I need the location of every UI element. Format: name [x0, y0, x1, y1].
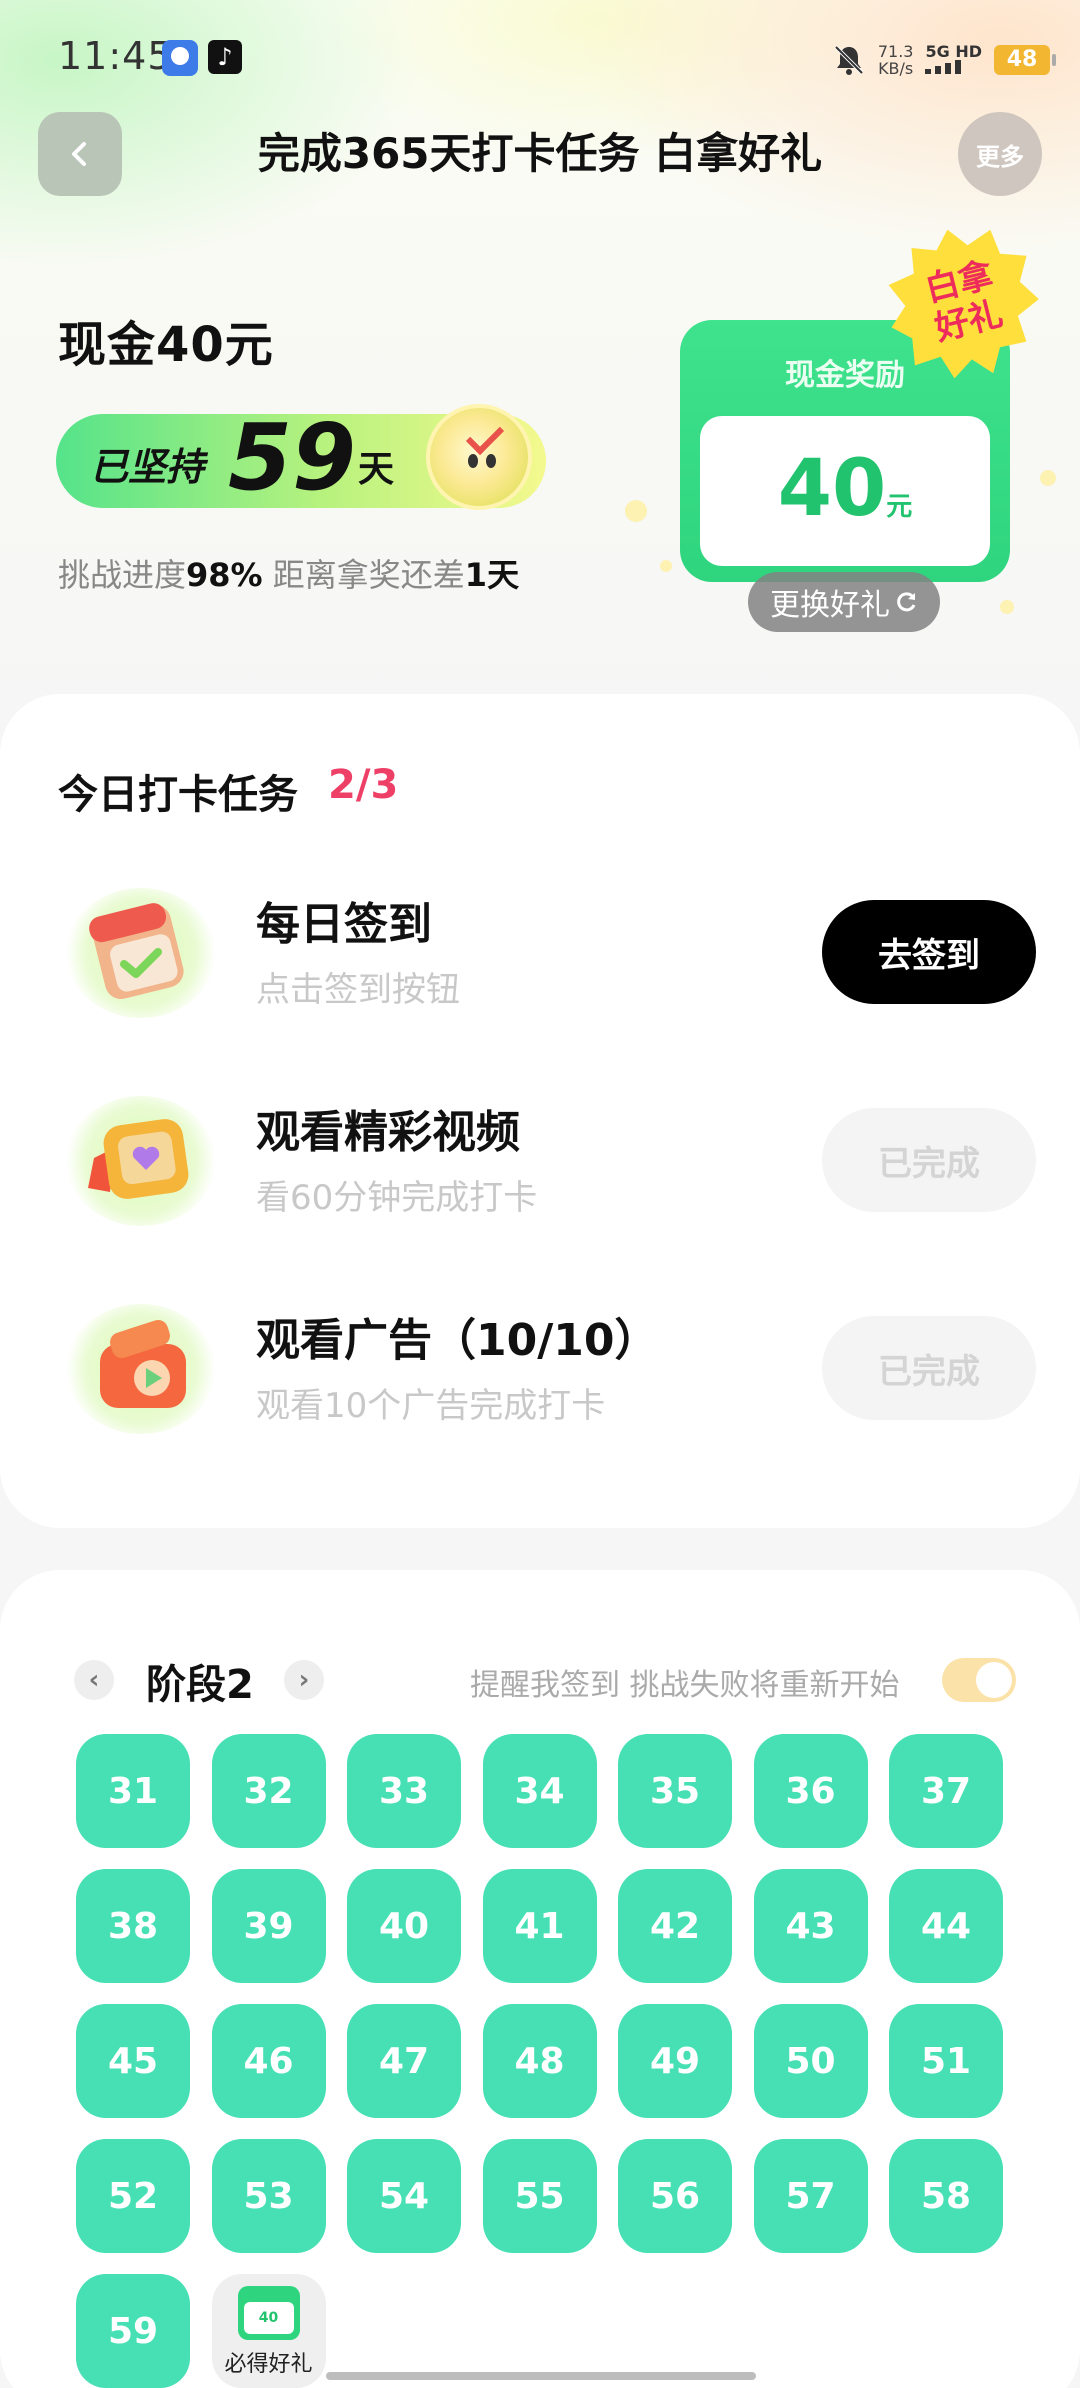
network-indicator: 5G HD	[925, 43, 982, 77]
day-cell[interactable]: 42	[618, 1869, 732, 1983]
sparkle	[1040, 470, 1056, 486]
status-bar: 11:45 ♪ 71.3 KB/s 5G HD 48	[0, 0, 1080, 115]
remain-label: 距离拿奖还差	[262, 556, 465, 594]
day-cell[interactable]: 38	[76, 1869, 190, 1983]
task-row: 每日签到 点击签到按钮 去签到	[0, 870, 1080, 1020]
day-cell[interactable]: 40	[347, 1869, 461, 1983]
status-indicators: 71.3 KB/s 5G HD 48	[832, 38, 1056, 82]
network-label: 5G HD	[925, 42, 982, 61]
home-indicator[interactable]	[326, 2372, 756, 2380]
gift-badge: 白拿 好礼	[888, 228, 1038, 378]
baidu-app-icon	[162, 40, 198, 76]
remind-text: 提醒我签到 挑战失败将重新开始	[470, 1668, 900, 1703]
swap-gift-button[interactable]: 更换好礼	[748, 572, 940, 632]
day-cell[interactable]: 37	[889, 1734, 1003, 1848]
reward-unit: 元	[886, 492, 913, 522]
task-subtitle: 观看10个广告完成打卡	[256, 1386, 606, 1426]
remind-toggle[interactable]	[942, 1658, 1016, 1702]
day-cell[interactable]: 36	[753, 1734, 868, 1848]
day-cell[interactable]: 56	[618, 2139, 732, 2253]
stage-title: 阶段2	[146, 1662, 254, 1708]
mini-reward-value: 40	[243, 2302, 294, 2334]
ad-play-icon	[66, 1304, 216, 1434]
signal-icon	[925, 60, 962, 74]
day-cell[interactable]: 45	[76, 2004, 190, 2118]
day-cell[interactable]: 52	[76, 2139, 190, 2253]
progress-line: 挑战进度98% 距离拿奖还差1天	[58, 550, 519, 596]
progress-value: 98%	[186, 556, 263, 594]
day-cell[interactable]: 33	[347, 1734, 461, 1848]
day-cell[interactable]: 59	[76, 2274, 190, 2388]
sparkle	[660, 560, 672, 572]
back-button[interactable]	[38, 112, 122, 196]
streak-days: 59	[228, 404, 357, 511]
streak-prefix: 已坚持	[90, 445, 205, 489]
sparkle	[625, 500, 647, 522]
reward-value: 40元	[700, 444, 990, 534]
remain-value: 1天	[464, 556, 520, 594]
video-heart-icon	[66, 1096, 216, 1226]
net-speed-unit: KB/s	[878, 59, 914, 78]
swap-gift-label: 更换好礼	[770, 588, 890, 623]
day-cell[interactable]: 53	[211, 2139, 326, 2253]
completed-button[interactable]: 已完成	[822, 1316, 1036, 1420]
day-cell[interactable]: 41	[482, 1869, 597, 1983]
battery-indicator: 48	[994, 45, 1056, 75]
calendar-check-icon	[66, 888, 216, 1018]
stage-card: ‹ 阶段2 › 提醒我签到 挑战失败将重新开始 31 32 33 34 35 36 37 38…	[0, 1570, 1080, 2388]
day-cell[interactable]: 31	[76, 1734, 190, 1848]
next-stage-button[interactable]: ›	[284, 1660, 324, 1700]
more-button[interactable]: 更多	[958, 112, 1042, 196]
progress-label: 挑战进度	[58, 556, 187, 594]
gift-day-cell[interactable]: 40 必得好礼	[211, 2274, 326, 2388]
page-title: 完成365天打卡任务 白拿好礼	[257, 129, 823, 178]
bell-off-icon	[832, 43, 866, 77]
day-cell[interactable]: 57	[753, 2139, 868, 2253]
task-title: 每日签到	[256, 899, 432, 950]
streak-unit: 天	[358, 449, 395, 490]
net-speed-value: 71.3	[877, 42, 914, 61]
tiktok-app-icon: ♪	[208, 40, 242, 74]
checkin-button[interactable]: 去签到	[822, 900, 1036, 1004]
day-cell[interactable]: 34	[482, 1734, 597, 1848]
task-row: 观看精彩视频 看60分钟完成打卡 已完成	[0, 1078, 1080, 1228]
completed-button[interactable]: 已完成	[822, 1108, 1036, 1212]
task-title: 观看广告（10/10）	[256, 1315, 659, 1366]
day-cell[interactable]: 55	[482, 2139, 597, 2253]
reward-amount: 40	[777, 444, 887, 534]
day-cell[interactable]: 54	[347, 2139, 461, 2253]
day-cell[interactable]: 47	[347, 2004, 461, 2118]
chevron-left-icon	[72, 142, 86, 166]
day-cell[interactable]: 58	[889, 2139, 1003, 2253]
task-row: 观看广告（10/10） 观看10个广告完成打卡 已完成	[0, 1286, 1080, 1436]
day-cell[interactable]: 50	[753, 2004, 868, 2118]
task-subtitle: 看60分钟完成打卡	[256, 1178, 538, 1218]
day-cell[interactable]: 39	[211, 1869, 326, 1983]
day-cell[interactable]: 46	[211, 2004, 326, 2118]
task-subtitle: 点击签到按钮	[256, 970, 460, 1010]
task-title: 观看精彩视频	[256, 1107, 520, 1158]
mini-reward-card-icon: 40	[237, 2286, 300, 2340]
mascot-icon	[426, 404, 532, 510]
day-cell[interactable]: 32	[211, 1734, 326, 1848]
day-cell[interactable]: 51	[889, 2004, 1003, 2118]
day-cell[interactable]: 48	[482, 2004, 597, 2118]
tasks-count: 2/3	[328, 762, 399, 808]
sparkle	[1000, 600, 1014, 614]
refresh-icon	[897, 592, 916, 612]
streak-pill: 已坚持 59 天	[56, 404, 546, 511]
status-time: 11:45	[58, 34, 173, 78]
cash-title: 现金40元	[58, 317, 274, 373]
reward-inner: 40元	[700, 416, 990, 566]
day-cell[interactable]: 49	[618, 2004, 732, 2118]
prev-stage-button[interactable]: ‹	[74, 1660, 114, 1700]
gift-day-label: 必得好礼	[224, 2352, 313, 2377]
day-cell[interactable]: 44	[889, 1869, 1003, 1983]
net-speed: 71.3 KB/s	[878, 43, 914, 77]
tasks-heading: 今日打卡任务	[58, 772, 298, 818]
day-cell[interactable]: 43	[753, 1869, 868, 1983]
day-cell[interactable]: 35	[618, 1734, 732, 1848]
tasks-card: 今日打卡任务 2/3 每日签到 点击签到按钮 去签到 观看精彩视频 看60分钟完…	[0, 694, 1080, 1528]
